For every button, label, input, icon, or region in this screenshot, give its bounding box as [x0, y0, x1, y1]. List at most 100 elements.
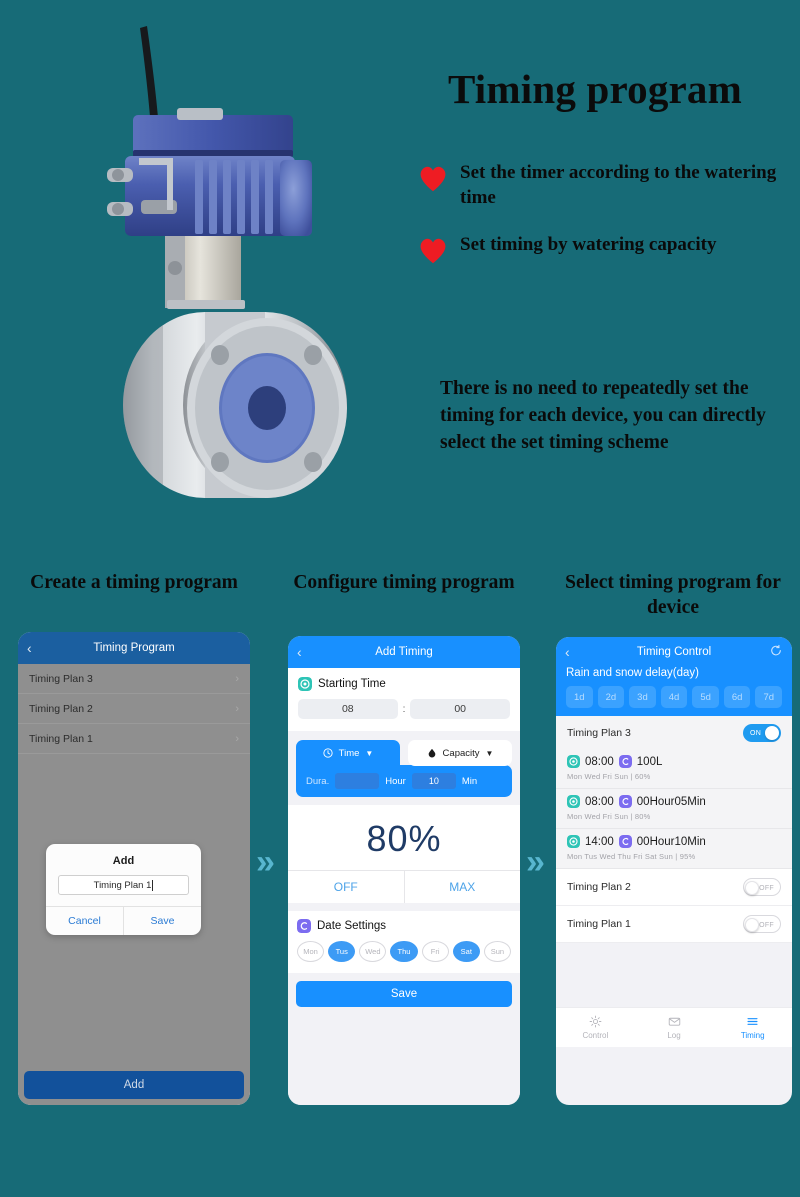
tab-time-label: Time — [338, 747, 360, 759]
plan-row[interactable]: Timing Plan 2 OFF — [556, 869, 792, 906]
off-button[interactable]: OFF — [288, 871, 404, 903]
list-item[interactable]: Timing Plan 1 › — [18, 724, 250, 754]
duration-min-unit: Min — [461, 775, 478, 787]
list-item-label: Timing Plan 2 — [29, 702, 93, 715]
day-toggle-fri[interactable]: Fri — [421, 941, 449, 962]
phone3-title: Timing Control — [636, 646, 712, 658]
list-item-label: Timing Plan 1 — [29, 732, 93, 745]
plan-row[interactable]: Timing Plan 1 OFF — [556, 906, 792, 943]
rain-snow-delay-label: Rain and snow delay(day) — [566, 667, 699, 679]
dialog-title: Add — [112, 855, 135, 867]
day-toggle-tus[interactable]: Tus — [328, 941, 356, 962]
phone2-body: Starting Time 08 : 00 Time ▼ Capacity ▼ … — [288, 668, 520, 1105]
timing-entry[interactable]: 08:00 00Hour05Min Mon Wed Fri Sun | 80% — [556, 789, 792, 829]
chevron-down-icon: ▼ — [485, 748, 494, 758]
back-icon[interactable]: ‹ — [565, 644, 570, 660]
active-plan-header: Timing Plan 3 ON — [556, 716, 792, 749]
cancel-button[interactable]: Cancel — [46, 907, 123, 935]
tab-control[interactable]: Control — [556, 1015, 635, 1040]
refresh-icon[interactable] — [770, 644, 782, 660]
tab-log[interactable]: Log — [635, 1015, 714, 1040]
hero-section: Timing program Set the timer according t… — [0, 0, 800, 560]
phone-screen-timing-program: ‹ Timing Program Timing Plan 3 › Timing … — [18, 632, 250, 1105]
list-item[interactable]: Timing Plan 2 › — [18, 694, 250, 724]
day-toggle-mon[interactable]: Mon — [297, 941, 325, 962]
max-button[interactable]: MAX — [403, 871, 521, 903]
timing-plan-list: Timing Plan 3 › Timing Plan 2 › Timing P… — [18, 664, 250, 754]
timing-entry[interactable]: 08:00 100L Mon Wed Fri Sun | 60% — [556, 749, 792, 789]
phone3-topbar: ‹ Timing Control — [556, 637, 792, 667]
minute-input[interactable]: 00 — [410, 699, 510, 719]
starting-time-card: Starting Time 08 : 00 — [288, 668, 520, 731]
delay-day-2d[interactable]: 2d — [597, 686, 625, 708]
phone2-header: ‹ Add Timing — [288, 636, 520, 668]
starting-time-label: Starting Time — [318, 678, 386, 690]
back-icon[interactable]: ‹ — [27, 640, 32, 656]
delay-day-5d[interactable]: 5d — [692, 686, 719, 708]
bullet-text: Set timing by watering capacity — [460, 234, 717, 255]
clock-icon — [323, 748, 333, 758]
day-toggle-thu[interactable]: Thu — [390, 941, 418, 962]
save-button[interactable]: Save — [123, 907, 201, 935]
entry-time: 08:00 — [585, 755, 614, 768]
starting-time-label-row: Starting Time — [298, 677, 510, 691]
list-item[interactable]: Timing Plan 3 › — [18, 664, 250, 694]
starting-time-inputs: 08 : 00 — [298, 699, 510, 719]
phone2-title: Add Timing — [375, 646, 433, 658]
tab-capacity[interactable]: Capacity ▼ — [408, 740, 512, 766]
entry-amount: 00Hour05Min — [636, 795, 706, 808]
duration-min-input[interactable]: 10 — [411, 773, 456, 789]
heart-icon — [420, 238, 446, 264]
plan-name-input[interactable]: Timing Plan 1 — [58, 875, 189, 895]
hour-input[interactable]: 08 — [298, 699, 398, 719]
plan-toggle-off[interactable]: OFF — [743, 915, 781, 933]
entry-amount: 00Hour10Min — [636, 835, 706, 848]
toggle-knob — [745, 881, 759, 895]
entry-days: Mon Wed Fri Sun | 80% — [567, 812, 651, 821]
chevron-down-icon: ▼ — [365, 748, 374, 758]
chevron-right-icon: › — [235, 702, 239, 715]
target-icon — [298, 677, 312, 691]
capacity-icon — [618, 755, 632, 768]
duration-hour-unit: Hour — [385, 775, 406, 787]
phone1-body: Timing Plan 3 › Timing Plan 2 › Timing P… — [18, 664, 250, 1105]
date-settings-card: Date Settings Mon Tus Wed Thu Fri Sat Su… — [288, 911, 520, 973]
add-plan-dialog: Add Timing Plan 1 Cancel Save — [46, 844, 201, 935]
delay-day-1d[interactable]: 1d — [566, 686, 593, 708]
tab-time[interactable]: Time ▼ — [296, 740, 400, 766]
plan-toggle-off[interactable]: OFF — [743, 878, 781, 896]
step2-caption: Configure timing program — [293, 572, 515, 593]
promo-page: Timing program Set the timer according t… — [0, 0, 800, 1197]
plan-toggle-on[interactable]: ON — [743, 724, 781, 742]
add-button[interactable]: Add — [24, 1071, 244, 1099]
date-settings-label-row: Date Settings — [297, 919, 511, 933]
delay-day-selector: 1d 2d 3d 4d 5d 6d 7d — [556, 686, 792, 708]
delay-day-3d[interactable]: 3d — [629, 686, 656, 708]
phone3-header: ‹ Timing Control Rain and snow delay(day… — [556, 637, 792, 716]
entry-main: 08:00 00Hour05Min — [567, 795, 781, 808]
chevron-right-icon: › — [235, 732, 239, 745]
step3-caption: Select timing program for device — [565, 572, 781, 618]
page-title: Timing program — [447, 66, 742, 112]
time-separator: : — [402, 703, 406, 715]
plan-title: Timing Plan 2 — [567, 881, 631, 893]
back-icon[interactable]: ‹ — [297, 644, 302, 660]
list-item-label: Timing Plan 3 — [29, 672, 93, 685]
date-settings-label: Date Settings — [317, 920, 387, 932]
day-selector: Mon Tus Wed Thu Fri Sat Sun — [297, 941, 511, 962]
day-toggle-sun[interactable]: Sun — [483, 941, 511, 962]
timing-entry[interactable]: 14:00 00Hour10Min Mon Tus Wed Thu Fri Sa… — [556, 829, 792, 869]
save-button[interactable]: Save — [296, 981, 512, 1007]
delay-day-6d[interactable]: 6d — [723, 686, 751, 708]
heart-icon — [420, 166, 446, 192]
feature-bullets: Set the timer according to the watering … — [418, 160, 788, 287]
duration-hour-input[interactable] — [335, 773, 380, 789]
time-icon — [567, 795, 580, 808]
delay-day-4d[interactable]: 4d — [660, 686, 688, 708]
toggle-knob — [765, 726, 779, 740]
delay-day-7d[interactable]: 7d — [755, 686, 783, 708]
day-toggle-wed[interactable]: Wed — [359, 941, 387, 962]
tab-log-label: Log — [667, 1031, 681, 1040]
day-toggle-sat[interactable]: Sat — [452, 941, 480, 962]
tab-timing[interactable]: Timing — [713, 1015, 792, 1040]
